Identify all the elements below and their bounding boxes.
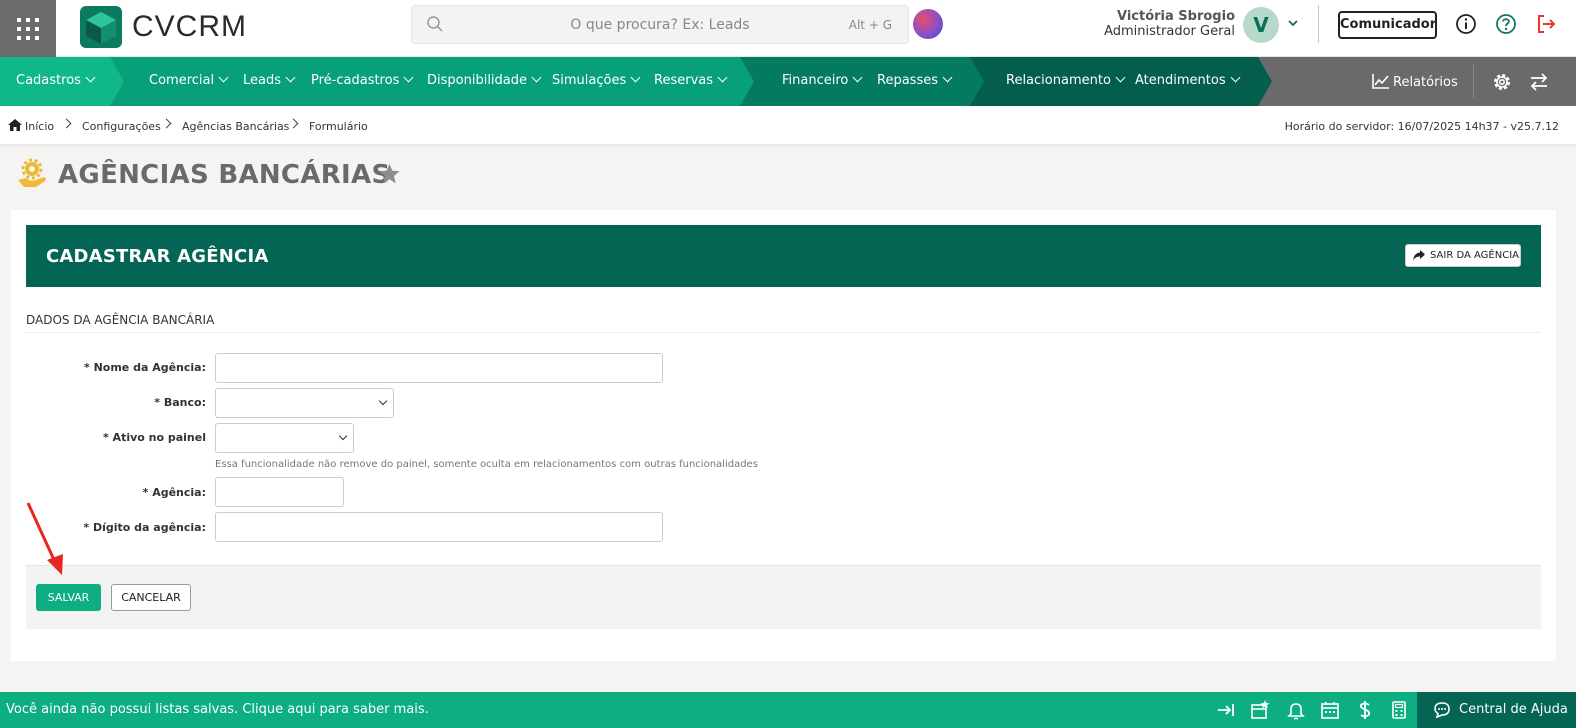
- page-title: AGÊNCIAS BANCÁRIAS: [58, 160, 391, 190]
- chevron-down-icon: [630, 72, 641, 83]
- form-header: CADASTRAR AGÊNCIA SAIR DA AGÊNCIA: [26, 225, 1541, 287]
- search-box[interactable]: O que procura? Ex: Leads Alt + G: [411, 5, 909, 44]
- form-title: CADASTRAR AGÊNCIA: [46, 246, 269, 267]
- nome-agencia-label: * Nome da Agência:: [83, 361, 206, 374]
- cvcrm-logo-icon: [80, 6, 122, 48]
- main-nav: Cadastros Comercial Leads Pré-cadastros …: [0, 57, 1576, 106]
- info-icon[interactable]: [1455, 13, 1477, 35]
- nav-simulacoes[interactable]: Simulações: [552, 72, 641, 88]
- divider: [1318, 5, 1319, 43]
- nav-disponibilidade[interactable]: Disponibilidade: [427, 72, 542, 88]
- nav-atendimentos[interactable]: Atendimentos: [1135, 72, 1241, 88]
- nav-comercial[interactable]: Comercial: [149, 72, 229, 88]
- form-card: CADASTRAR AGÊNCIA SAIR DA AGÊNCIA DADOS …: [11, 210, 1556, 661]
- breadcrumb-inicio[interactable]: Início: [25, 120, 54, 133]
- chevron-down-icon: [1230, 72, 1241, 83]
- chevron-down-icon: [717, 72, 728, 83]
- chevron-down-icon: [852, 72, 863, 83]
- user-info[interactable]: Victória Sbrogio Administrador Geral: [1100, 9, 1235, 39]
- collapse-right-icon[interactable]: [1216, 700, 1236, 720]
- nome-agencia-input[interactable]: [215, 353, 663, 383]
- breadcrumb-agencias[interactable]: Agências Bancárias: [182, 120, 289, 133]
- saved-lists-message[interactable]: Você ainda não possui listas salvas. Cli…: [6, 702, 429, 717]
- grid-icon: [17, 17, 39, 40]
- footer-bar: Você ainda não possui listas salvas. Cli…: [0, 692, 1576, 728]
- chevron-down-icon: [531, 72, 542, 83]
- save-button[interactable]: SALVAR: [36, 584, 101, 611]
- breadcrumb-configuracoes[interactable]: Configurações: [82, 120, 161, 133]
- agencia-input[interactable]: [215, 477, 344, 507]
- chevron-down-icon: [85, 72, 96, 83]
- ativo-painel-select[interactable]: [215, 423, 354, 453]
- user-role: Administrador Geral: [1104, 24, 1235, 39]
- digito-agencia-input[interactable]: [215, 512, 663, 542]
- chevron-right-icon: [288, 118, 299, 129]
- calendar-icon[interactable]: [1320, 700, 1340, 720]
- ativo-help-text: Essa funcionalidade não remove do painel…: [215, 459, 758, 470]
- form-actions: SALVAR CANCELAR: [26, 565, 1541, 629]
- chevron-down-icon: [1115, 72, 1126, 83]
- avatar[interactable]: V: [1243, 7, 1279, 43]
- help-icon[interactable]: [1495, 13, 1517, 35]
- help-center-button[interactable]: Central de Ajuda: [1417, 692, 1576, 728]
- calendar-star-icon[interactable]: [1250, 700, 1270, 720]
- swap-icon[interactable]: [1529, 72, 1549, 92]
- agencia-label: * Agência:: [142, 486, 206, 499]
- chevron-right-icon: [161, 118, 172, 129]
- nav-relacionamento[interactable]: Relacionamento: [1006, 72, 1126, 88]
- breadcrumb: Início Configurações Agências Bancárias …: [0, 106, 1576, 144]
- chevron-down-icon: [403, 72, 414, 83]
- nav-leads[interactable]: Leads: [243, 72, 296, 88]
- ativo-painel-label: * Ativo no painel: [102, 431, 206, 444]
- chevron-down-icon: [218, 72, 229, 83]
- dollar-icon[interactable]: [1355, 700, 1375, 720]
- search-input[interactable]: O que procura? Ex: Leads: [412, 17, 908, 33]
- red-arrow-annotation: [26, 502, 63, 575]
- settings-hand-icon: [18, 158, 46, 187]
- bell-icon[interactable]: [1286, 700, 1306, 720]
- chevron-down-icon: [338, 431, 348, 441]
- chat-icon: [1434, 702, 1450, 719]
- nav-reservas[interactable]: Reservas: [654, 72, 728, 88]
- search-shortcut-hint: Alt + G: [848, 18, 892, 32]
- chevron-down-icon[interactable]: [1287, 17, 1299, 29]
- ai-assistant-icon[interactable]: [913, 9, 943, 39]
- banco-select[interactable]: [215, 388, 394, 418]
- brand-name: CVCRM: [132, 10, 247, 43]
- chevron-down-icon: [378, 396, 388, 406]
- calculator-icon[interactable]: [1389, 700, 1409, 720]
- banco-label: * Banco:: [154, 396, 206, 409]
- section-title: DADOS DA AGÊNCIA BANCÁRIA: [26, 313, 215, 327]
- divider: [1473, 65, 1474, 98]
- chevron-down-icon: [285, 72, 296, 83]
- gear-icon[interactable]: [1492, 72, 1512, 92]
- breadcrumb-formulario: Formulário: [309, 120, 368, 133]
- chevron-right-icon: [61, 118, 72, 129]
- star-icon[interactable]: [379, 164, 400, 184]
- exit-agency-button[interactable]: SAIR DA AGÊNCIA: [1405, 244, 1521, 267]
- nav-pre-cadastros[interactable]: Pré-cadastros: [311, 72, 414, 88]
- comunicador-button[interactable]: Comunicador: [1338, 11, 1437, 39]
- logout-icon[interactable]: [1535, 13, 1557, 35]
- divider: [26, 332, 1541, 333]
- nav-financeiro[interactable]: Financeiro: [782, 72, 863, 88]
- chart-line-icon: [1372, 74, 1389, 89]
- home-icon[interactable]: [8, 119, 22, 131]
- apps-menu-button[interactable]: [0, 0, 56, 57]
- top-bar: CVCRM O que procura? Ex: Leads Alt + G V…: [0, 0, 1576, 57]
- logo[interactable]: CVCRM: [80, 5, 247, 49]
- nav-cadastros[interactable]: Cadastros: [16, 72, 96, 88]
- nav-relatorios[interactable]: Relatórios: [1372, 73, 1458, 90]
- chevron-down-icon: [942, 72, 953, 83]
- cancel-button[interactable]: CANCELAR: [111, 584, 191, 611]
- user-name: Victória Sbrogio: [1116, 9, 1235, 24]
- server-time: Horário do servidor: 16/07/2025 14h37 - …: [1284, 120, 1559, 133]
- share-arrow-icon: [1413, 250, 1425, 261]
- nav-repasses[interactable]: Repasses: [877, 72, 953, 88]
